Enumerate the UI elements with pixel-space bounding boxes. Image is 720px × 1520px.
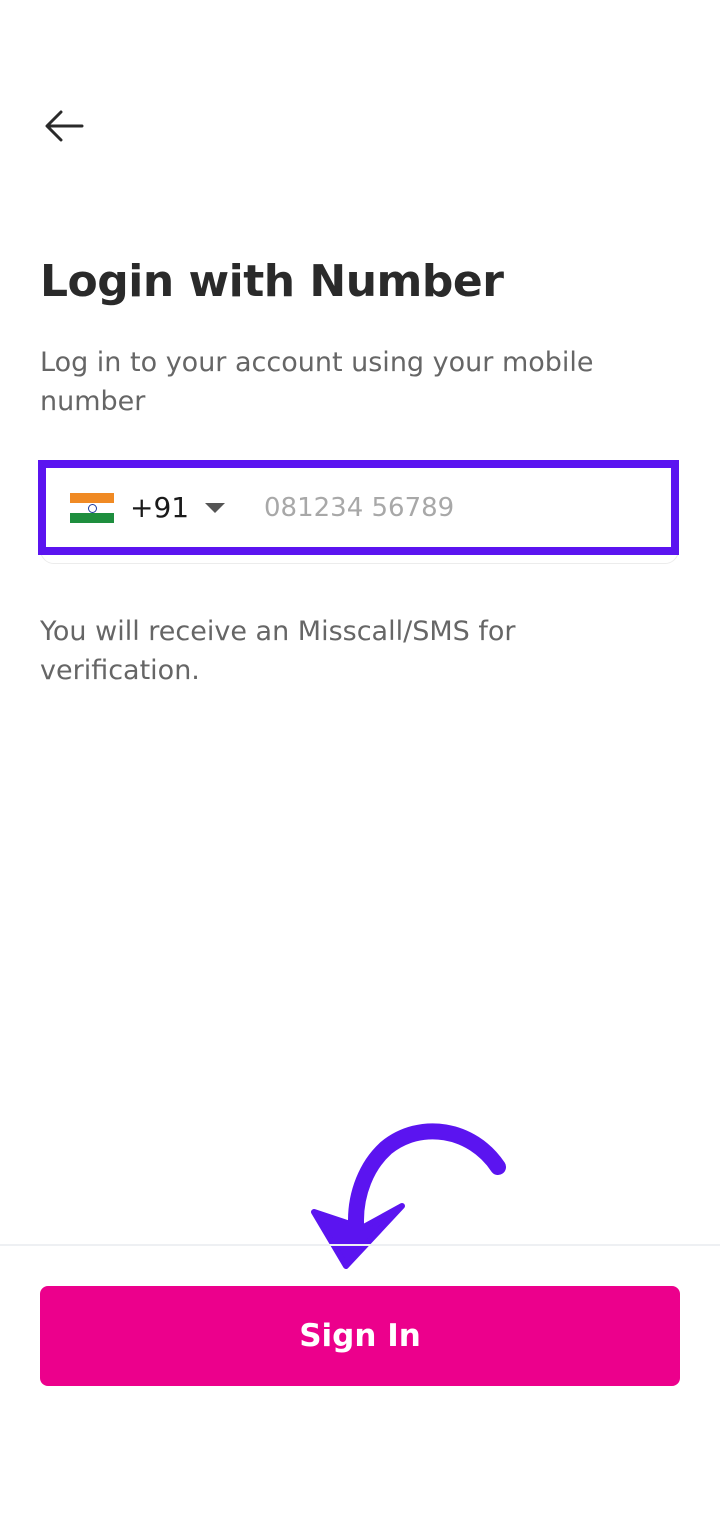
phone-number-input[interactable] [264,486,659,530]
footer-divider [0,1244,720,1246]
dial-code: +91 [130,491,190,524]
country-code-picker[interactable]: +91 [70,468,226,547]
caret-down-icon [205,502,226,513]
india-flag-icon [70,492,114,523]
arrow-left-icon [45,110,84,142]
verification-note: You will receive an Misscall/SMS for ver… [40,616,516,686]
curved-arrow-icon [311,1123,506,1269]
sign-in-button[interactable]: Sign In [40,1286,680,1386]
phone-number-field: +91 [38,460,679,555]
back-button[interactable] [36,100,92,152]
page-subtitle: Log in to your account using your mobile… [40,347,594,417]
page-title: Login with Number [40,256,504,307]
